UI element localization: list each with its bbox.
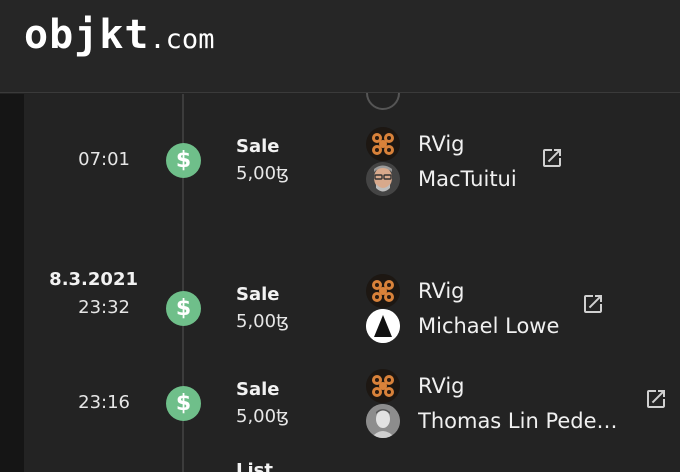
- avatar: [366, 404, 400, 438]
- avatar: [366, 127, 400, 161]
- to-user[interactable]: Michael Lowe: [366, 309, 559, 343]
- event-type: Sale: [236, 284, 280, 305]
- external-link-icon[interactable]: [581, 292, 605, 316]
- avatar: [366, 274, 400, 308]
- from-user[interactable]: RVig: [366, 274, 465, 308]
- username: RVig: [418, 374, 465, 398]
- event-type: Sale: [236, 136, 280, 157]
- event-time: 23:32: [78, 297, 130, 318]
- username: RVig: [418, 279, 465, 303]
- event-price: 5,00ꜩ: [236, 311, 289, 332]
- dollar-icon: $: [166, 291, 201, 326]
- to-user[interactable]: MacTuitui: [366, 162, 517, 196]
- event-price: 5,00ꜩ: [236, 163, 289, 184]
- event-type: List: [236, 460, 273, 472]
- event-type: Sale: [236, 379, 280, 400]
- left-sidebar-strip: [0, 94, 24, 472]
- site-header: objkt.com: [0, 0, 680, 93]
- dollar-icon: $: [166, 143, 201, 178]
- external-link-icon[interactable]: [644, 387, 668, 411]
- avatar: [366, 309, 400, 343]
- external-link-icon[interactable]: [540, 146, 564, 170]
- username: MacTuitui: [418, 167, 517, 191]
- logo-main: objkt: [24, 12, 150, 58]
- username: RVig: [418, 132, 465, 156]
- logo-tld: .com: [149, 24, 215, 55]
- logo[interactable]: objkt.com: [24, 12, 214, 58]
- avatar: [366, 369, 400, 403]
- from-user[interactable]: RVig: [366, 369, 465, 403]
- to-user[interactable]: Thomas Lin Pede…: [366, 404, 618, 438]
- event-date: 8.3.2021: [49, 269, 138, 290]
- event-price: 5,00ꜩ: [236, 406, 289, 427]
- username: Michael Lowe: [418, 314, 560, 338]
- dollar-icon: $: [166, 386, 201, 421]
- event-time: 07:01: [78, 149, 130, 170]
- event-time: 23:16: [78, 392, 130, 413]
- avatar: [366, 162, 400, 196]
- from-user[interactable]: RVig: [366, 127, 465, 161]
- username: Thomas Lin Pede…: [418, 409, 618, 433]
